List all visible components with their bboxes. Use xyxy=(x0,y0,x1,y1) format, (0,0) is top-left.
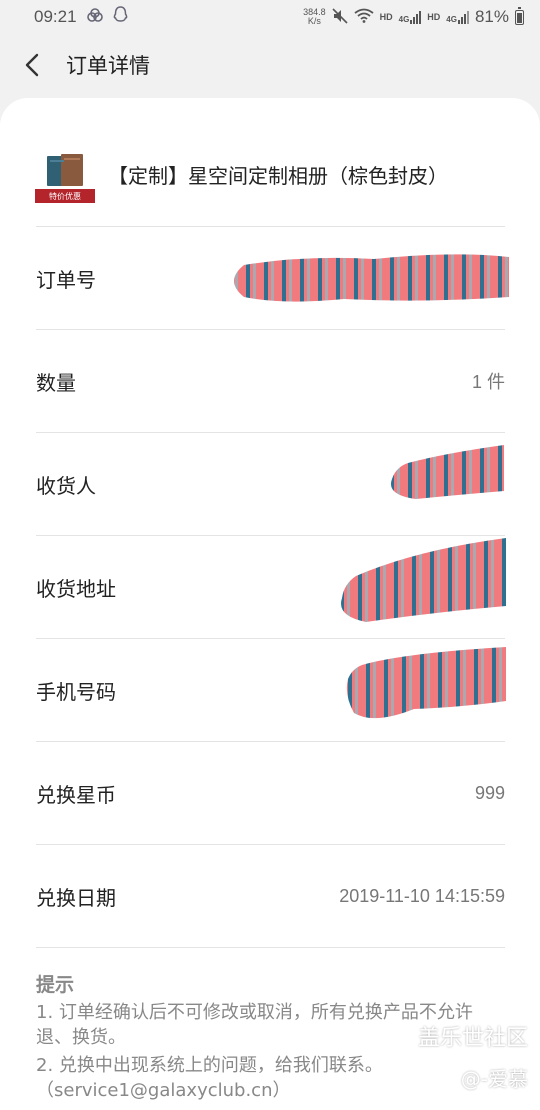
status-right: 384.8 K/s HD 4G HD 4G 81% xyxy=(303,6,524,27)
cloud-sync-icon xyxy=(86,7,103,27)
back-button[interactable] xyxy=(0,34,64,96)
redaction-scribble xyxy=(341,538,506,622)
status-left: 09:21 xyxy=(34,6,128,28)
app-bar: 订单详情 xyxy=(0,34,540,96)
lte-label-2: 4G xyxy=(446,15,457,24)
product-name: 【定制】星空间定制相册（棕色封皮） xyxy=(108,164,448,188)
hd-label-2: HD xyxy=(427,12,441,22)
quantity-row: 数量 1 件 xyxy=(36,329,505,432)
recipient-label: 收货人 xyxy=(36,473,96,498)
product-badge: 特价优惠 xyxy=(49,191,81,201)
order-number-row: 订单号 xyxy=(36,226,509,329)
redaction-scribble xyxy=(234,254,509,302)
status-bar: 09:21 384.8 K/s HD 4G HD 4G 81% xyxy=(0,0,540,34)
qq-icon xyxy=(113,6,128,28)
back-arrow-icon xyxy=(25,53,39,77)
signal-icon-2: 4G xyxy=(446,10,469,24)
watermark-line-1: 盖乐世社区 xyxy=(417,1026,528,1051)
phone-label: 手机号码 xyxy=(36,679,116,704)
status-time: 09:21 xyxy=(34,7,77,26)
net-speed-unit: K/s xyxy=(307,16,321,26)
signal-icon-1: 4G xyxy=(399,10,422,24)
watermark-line-2: @-爱慕 xyxy=(460,1067,528,1091)
order-fields: 订单号 数量 1 件 收货人 收货地址 手机号码 兑换星币 999 兑换日期 2… xyxy=(36,226,509,948)
redeem-date-value: 2019-11-10 14:15:59 xyxy=(339,885,505,906)
address-row: 收货地址 xyxy=(36,535,506,638)
order-number-label: 订单号 xyxy=(36,267,96,292)
redaction-scribble xyxy=(346,647,506,719)
watermark: 盖乐世社区 @-爱慕 xyxy=(418,1026,528,1092)
quantity-value: 1 件 xyxy=(471,372,505,392)
address-label: 收货地址 xyxy=(36,576,116,601)
battery-icon xyxy=(515,6,524,25)
page-title: 订单详情 xyxy=(66,54,150,78)
redaction-scribble xyxy=(391,445,504,499)
hd-label-1: HD xyxy=(379,12,393,22)
recipient-row: 收货人 xyxy=(36,432,505,535)
order-detail-card: 特价优惠 【定制】星空间定制相册（棕色封皮） 订单号 数量 1 件 收货人 收货… xyxy=(0,98,540,1110)
product-info[interactable]: 特价优惠 【定制】星空间定制相册（棕色封皮） xyxy=(0,138,540,218)
battery-percent: 81% xyxy=(474,7,509,26)
mute-icon xyxy=(332,7,348,27)
quantity-label: 数量 xyxy=(36,370,76,395)
star-coins-label: 兑换星币 xyxy=(36,782,116,807)
product-image: 特价优惠 xyxy=(35,153,95,203)
redeem-date-label: 兑换日期 xyxy=(36,885,116,910)
star-coins-row: 兑换星币 999 xyxy=(36,741,505,844)
wifi-icon xyxy=(354,8,374,26)
redeem-date-row: 兑换日期 2019-11-10 14:15:59 xyxy=(36,844,505,948)
tips-title: 提示 xyxy=(36,974,75,996)
lte-label-1: 4G xyxy=(398,15,410,24)
net-speed: 384.8 K/s xyxy=(303,8,326,26)
phone-row: 手机号码 xyxy=(36,638,506,741)
star-coins-value: 999 xyxy=(474,782,505,803)
